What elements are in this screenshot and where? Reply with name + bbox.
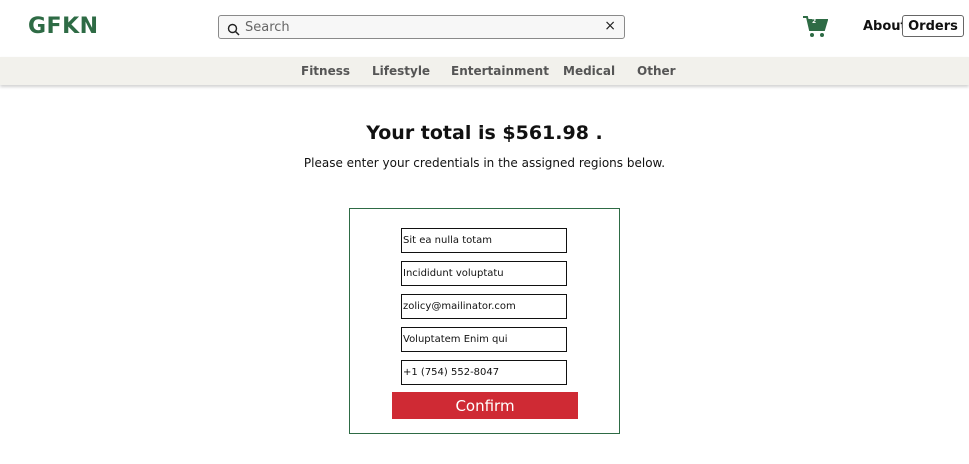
about-link[interactable]: About: [863, 19, 907, 34]
clear-search-icon[interactable]: ×: [604, 18, 616, 34]
credential-field-4[interactable]: [401, 327, 567, 352]
credential-field-2[interactable]: [401, 261, 567, 286]
top-header: GFKN × 2 About Orders: [0, 0, 969, 57]
category-fitness[interactable]: Fitness: [301, 64, 350, 78]
confirm-button[interactable]: Confirm: [392, 392, 578, 419]
category-entertainment[interactable]: Entertainment: [451, 64, 549, 78]
category-medical[interactable]: Medical: [563, 64, 615, 78]
brand-logo[interactable]: GFKN: [28, 14, 99, 39]
credential-field-1[interactable]: [401, 228, 567, 253]
search-icon: [227, 21, 240, 36]
category-other[interactable]: Other: [637, 64, 676, 78]
phone-field[interactable]: [401, 360, 567, 385]
category-lifestyle[interactable]: Lifestyle: [372, 64, 430, 78]
search-input[interactable]: [245, 16, 595, 38]
cart-button[interactable]: 2: [802, 15, 829, 39]
cart-count-badge: 2: [812, 18, 817, 25]
category-nav: Fitness Lifestyle Entertainment Medical …: [0, 57, 969, 85]
checkout-instructions: Please enter your credentials in the ass…: [303, 156, 666, 170]
search-bar: ×: [218, 15, 625, 39]
email-field[interactable]: [401, 294, 567, 319]
order-total: Your total is $561.98 .: [366, 122, 603, 144]
orders-button[interactable]: Orders: [902, 15, 964, 37]
